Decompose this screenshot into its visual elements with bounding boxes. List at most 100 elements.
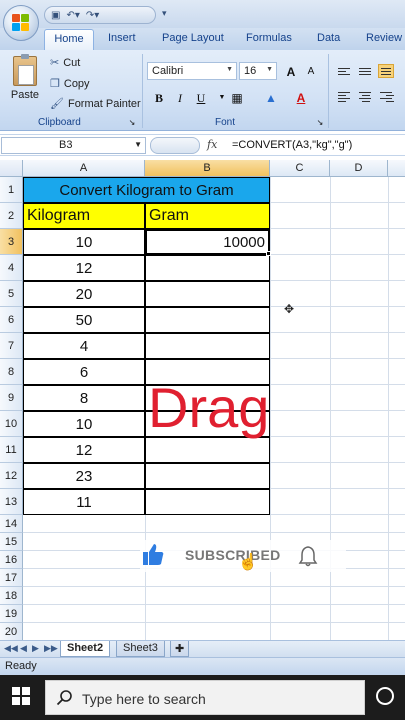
gram-cell[interactable]	[145, 463, 270, 489]
row-header[interactable]: 2	[0, 203, 23, 229]
gram-cell[interactable]	[145, 281, 270, 307]
tab-review[interactable]: Review	[366, 32, 402, 44]
copy-button[interactable]: ❐ Copy	[50, 77, 90, 91]
row-header[interactable]: 1	[0, 177, 23, 203]
row-header[interactable]: 20	[0, 623, 23, 640]
tab-home[interactable]: Home	[44, 29, 94, 50]
save-icon[interactable]: ▣	[51, 10, 60, 21]
font-launcher-icon[interactable]: ↘	[314, 116, 326, 128]
format-painter-button[interactable]: 🖌 Format Painter	[50, 97, 141, 111]
row-header[interactable]: 9	[0, 385, 23, 411]
row-header[interactable]: 18	[0, 587, 23, 605]
kilogram-cell[interactable]: 50	[23, 307, 145, 333]
align-left-icon[interactable]	[336, 90, 352, 104]
align-bottom-icon[interactable]	[378, 64, 394, 78]
grow-font-button[interactable]: A	[282, 62, 300, 80]
column-header-c[interactable]: C	[270, 160, 330, 177]
drag-caption: Drag	[148, 376, 270, 439]
font-name-select[interactable]: Calibri ▼	[147, 62, 237, 80]
align-middle-icon[interactable]	[357, 64, 373, 78]
kilogram-cell[interactable]: 20	[23, 281, 145, 307]
gram-cell[interactable]	[145, 437, 270, 463]
formula-input[interactable]: =CONVERT(A3,"kg","g")	[232, 139, 352, 151]
column-header-a[interactable]: A	[23, 160, 145, 177]
row-header[interactable]: 3	[0, 229, 23, 255]
kilogram-cell[interactable]: 4	[23, 333, 145, 359]
kilogram-cell[interactable]: 12	[23, 255, 145, 281]
clipboard-launcher-icon[interactable]: ↘	[126, 116, 138, 128]
last-sheet-icon[interactable]: ▶▶	[44, 643, 58, 654]
gram-cell[interactable]	[145, 333, 270, 359]
borders-button[interactable]: ▦	[228, 88, 246, 106]
underline-button[interactable]: U	[192, 88, 210, 106]
align-center-icon[interactable]	[357, 90, 373, 104]
row-header[interactable]: 5	[0, 281, 23, 307]
row-header[interactable]: 13	[0, 489, 23, 515]
gram-cell[interactable]	[145, 489, 270, 515]
gram-cell[interactable]	[145, 307, 270, 333]
formula-buttons[interactable]	[150, 137, 200, 154]
gridline	[388, 177, 389, 640]
select-all-corner[interactable]	[0, 160, 23, 177]
name-box[interactable]: B3 ▼	[1, 137, 146, 154]
undo-icon[interactable]: ↶▾	[66, 10, 79, 21]
italic-button[interactable]: I	[171, 88, 189, 106]
prev-sheet-icon[interactable]: ◀	[20, 643, 27, 654]
kilogram-cell[interactable]: 10	[23, 229, 145, 255]
fx-icon[interactable]: fx	[207, 138, 217, 151]
redo-icon[interactable]: ↷▾	[86, 10, 99, 21]
font-color-button[interactable]: A	[292, 88, 310, 106]
row-header[interactable]: 7	[0, 333, 23, 359]
tab-page-layout[interactable]: Page Layout	[162, 32, 224, 44]
ribbon-tabs: Home Insert Page Layout Formulas Data Re…	[0, 28, 405, 50]
selected-cell-b3[interactable]: 10000	[145, 229, 270, 255]
taskbar-search[interactable]: Type here to search	[45, 680, 365, 715]
font-size-select[interactable]: 16 ▼	[239, 62, 277, 80]
column-header-d[interactable]: D	[330, 160, 388, 177]
gram-cell[interactable]	[145, 255, 270, 281]
row-header[interactable]: 16	[0, 551, 23, 569]
kilogram-cell[interactable]: 10	[23, 411, 145, 437]
kilogram-cell[interactable]: 23	[23, 463, 145, 489]
row-header[interactable]: 17	[0, 569, 23, 587]
row-header[interactable]: 15	[0, 533, 23, 551]
sheet-tab-sheet2[interactable]: Sheet2	[60, 641, 111, 657]
bold-button[interactable]: B	[150, 88, 168, 106]
windows-start-icon[interactable]	[12, 687, 30, 705]
cut-button[interactable]: ✂ Cut	[50, 56, 80, 70]
paste-button[interactable]: Paste	[8, 54, 42, 110]
tab-data[interactable]: Data	[317, 32, 340, 44]
align-top-icon[interactable]	[336, 64, 352, 78]
office-button[interactable]	[3, 5, 39, 41]
shrink-font-button[interactable]: A	[302, 62, 320, 80]
next-sheet-icon[interactable]: ▶	[32, 643, 39, 654]
kilogram-cell[interactable]: 12	[23, 437, 145, 463]
row-header[interactable]: 10	[0, 411, 23, 437]
column-header-e[interactable]	[388, 160, 405, 177]
header-gram[interactable]: Gram	[145, 203, 270, 229]
cortana-icon[interactable]	[376, 687, 394, 705]
tab-formulas[interactable]: Formulas	[246, 32, 292, 44]
customize-qat-icon[interactable]: ▾	[162, 8, 167, 19]
kilogram-cell[interactable]: 8	[23, 385, 145, 411]
title-cell[interactable]: Convert Kilogram to Gram	[23, 177, 270, 203]
row-header[interactable]: 12	[0, 463, 23, 489]
row-header[interactable]: 19	[0, 605, 23, 623]
fill-handle[interactable]	[266, 251, 271, 256]
fill-color-button[interactable]: ▲	[262, 88, 280, 106]
kilogram-cell[interactable]: 6	[23, 359, 145, 385]
row-header[interactable]: 6	[0, 307, 23, 333]
align-right-icon[interactable]	[378, 90, 394, 104]
column-header-b[interactable]: B	[145, 160, 270, 177]
first-sheet-icon[interactable]: ◀◀	[4, 643, 18, 654]
row-header[interactable]: 14	[0, 515, 23, 533]
insert-sheet-icon[interactable]: ✚	[170, 641, 190, 657]
name-box-value: B3	[59, 139, 73, 151]
sheet-tab-sheet3[interactable]: Sheet3	[116, 641, 165, 657]
row-header[interactable]: 11	[0, 437, 23, 463]
row-header[interactable]: 8	[0, 359, 23, 385]
tab-insert[interactable]: Insert	[108, 32, 136, 44]
row-header[interactable]: 4	[0, 255, 23, 281]
header-kilogram[interactable]: Kilogram	[23, 203, 145, 229]
kilogram-cell[interactable]: 11	[23, 489, 145, 515]
